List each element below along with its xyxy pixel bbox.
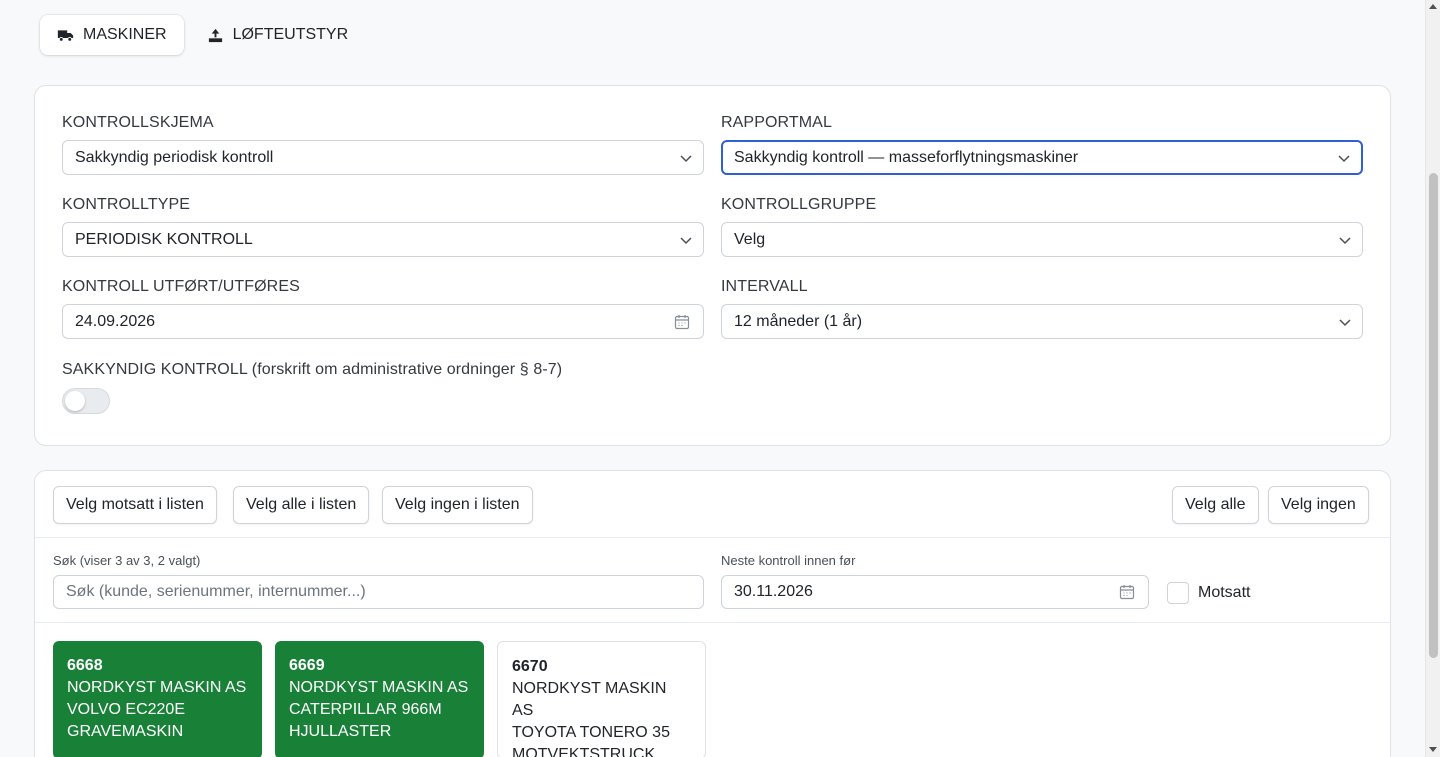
machine-list-card: Velg motsatt i listen Velg alle i listen… xyxy=(34,470,1391,757)
intervall-label: INTERVALL xyxy=(721,278,808,295)
rapportmal-label: RAPPORTMAL xyxy=(721,114,832,131)
kontroll-utfort-date-input[interactable]: 24.09.2026 xyxy=(62,304,704,339)
scroll-down-arrow-icon[interactable] xyxy=(1429,747,1437,752)
calendar-icon[interactable] xyxy=(1119,584,1135,600)
kontrollgruppe-label: KONTROLLGRUPPE xyxy=(721,196,877,213)
machine-card-6670[interactable]: 6670 NORDKYST MASKIN AS TOYOTA TONERO 35… xyxy=(497,641,706,757)
kontrolltype-label: KONTROLLTYPE xyxy=(62,196,191,213)
machine-number: 6670 xyxy=(512,658,548,675)
kontrollskjema-select[interactable]: Sakkyndig periodisk kontroll xyxy=(62,140,704,175)
scroll-up-arrow-icon[interactable] xyxy=(1429,4,1437,9)
intervall-value: 12 måneder (1 år) xyxy=(734,312,863,330)
tab-bar: MASKINER LØFTEUTSTYR xyxy=(40,15,365,55)
tab-maskiner[interactable]: MASKINER xyxy=(40,15,184,55)
scrollbar-thumb[interactable] xyxy=(1429,173,1438,658)
velg-ingen-button[interactable]: Velg ingen xyxy=(1268,486,1369,524)
kontroll-utfort-label: KONTROLL UTFØRT/UTFØRES xyxy=(62,278,300,295)
machine-card-6669[interactable]: 6669 NORDKYST MASKIN AS CATERPILLAR 966M… xyxy=(275,641,484,757)
kontrolltype-value: PERIODISK KONTROLL xyxy=(75,230,253,248)
rapportmal-value: Sakkyndig kontroll — masseforflytningsma… xyxy=(734,148,1079,166)
kontroll-utfort-value: 24.09.2026 xyxy=(75,312,156,330)
machine-type: MOTVEKTSTRUCK xyxy=(512,746,656,757)
search-placeholder: Søk (kunde, serienummer, internummer...) xyxy=(66,583,366,600)
kontrollgruppe-select[interactable]: Velg xyxy=(721,222,1363,257)
machine-type: GRAVEMASKIN xyxy=(67,723,184,740)
chevron-down-icon xyxy=(1338,154,1350,162)
machine-model: CATERPILLAR 966M xyxy=(289,701,442,718)
tab-lofteutstyr[interactable]: LØFTEUTSTYR xyxy=(190,15,366,55)
machine-customer: NORDKYST MASKIN AS xyxy=(67,679,247,696)
tab-maskiner-label: MASKINER xyxy=(83,26,167,43)
neste-kontroll-date-input[interactable]: 30.11.2026 xyxy=(721,575,1149,609)
motsatt-checkbox[interactable] xyxy=(1167,582,1189,604)
rapportmal-select[interactable]: Sakkyndig kontroll — masseforflytningsma… xyxy=(721,140,1363,175)
neste-kontroll-label: Neste kontroll innen før xyxy=(721,553,856,568)
machine-number: 6669 xyxy=(289,657,325,674)
page: MASKINER LØFTEUTSTYR KONTROLLSKJEMA Sakk… xyxy=(0,0,1425,757)
vertical-scrollbar[interactable] xyxy=(1425,0,1440,757)
machine-model: TOYOTA TONERO 35 xyxy=(512,724,670,741)
motsatt-label: Motsatt xyxy=(1198,584,1251,601)
control-settings-card: KONTROLLSKJEMA Sakkyndig periodisk kontr… xyxy=(34,85,1391,446)
velg-alle-i-listen-button[interactable]: Velg alle i listen xyxy=(233,486,370,524)
machine-customer: NORDKYST MASKIN AS xyxy=(512,680,667,719)
kontrollskjema-value: Sakkyndig periodisk kontroll xyxy=(75,148,274,166)
sakkyndig-toggle[interactable] xyxy=(62,388,110,414)
search-input[interactable]: Søk (kunde, serienummer, internummer...) xyxy=(53,575,704,609)
search-label: Søk (viser 3 av 3, 2 valgt) xyxy=(53,553,201,568)
truck-icon xyxy=(57,27,74,44)
neste-kontroll-value: 30.11.2026 xyxy=(734,583,813,600)
kontrolltype-select[interactable]: PERIODISK KONTROLL xyxy=(62,222,704,257)
machine-type: HJULLASTER xyxy=(289,723,392,740)
divider xyxy=(35,622,1390,623)
chevron-down-icon xyxy=(680,236,692,244)
lift-icon xyxy=(207,27,224,44)
chevron-down-icon xyxy=(1339,236,1351,244)
velg-motsatt-button[interactable]: Velg motsatt i listen xyxy=(53,486,217,524)
tab-lofteutstyr-label: LØFTEUTSTYR xyxy=(232,26,349,43)
chevron-down-icon xyxy=(680,154,692,162)
machine-model: VOLVO EC220E xyxy=(67,701,185,718)
velg-ingen-i-listen-button[interactable]: Velg ingen i listen xyxy=(382,486,533,524)
divider xyxy=(35,537,1390,538)
machine-number: 6668 xyxy=(67,657,103,674)
sakkyndig-label: SAKKYNDIG KONTROLL (forskrift om adminis… xyxy=(62,361,563,378)
toggle-knob xyxy=(65,391,85,411)
intervall-select[interactable]: 12 måneder (1 år) xyxy=(721,304,1363,339)
machine-customer: NORDKYST MASKIN AS xyxy=(289,679,469,696)
chevron-down-icon xyxy=(1339,318,1351,326)
kontrollgruppe-value: Velg xyxy=(734,230,766,248)
velg-alle-button[interactable]: Velg alle xyxy=(1172,486,1259,524)
kontrollskjema-label: KONTROLLSKJEMA xyxy=(62,114,214,131)
calendar-icon[interactable] xyxy=(674,314,690,330)
machine-card-6668[interactable]: 6668 NORDKYST MASKIN AS VOLVO EC220E GRA… xyxy=(53,641,262,757)
